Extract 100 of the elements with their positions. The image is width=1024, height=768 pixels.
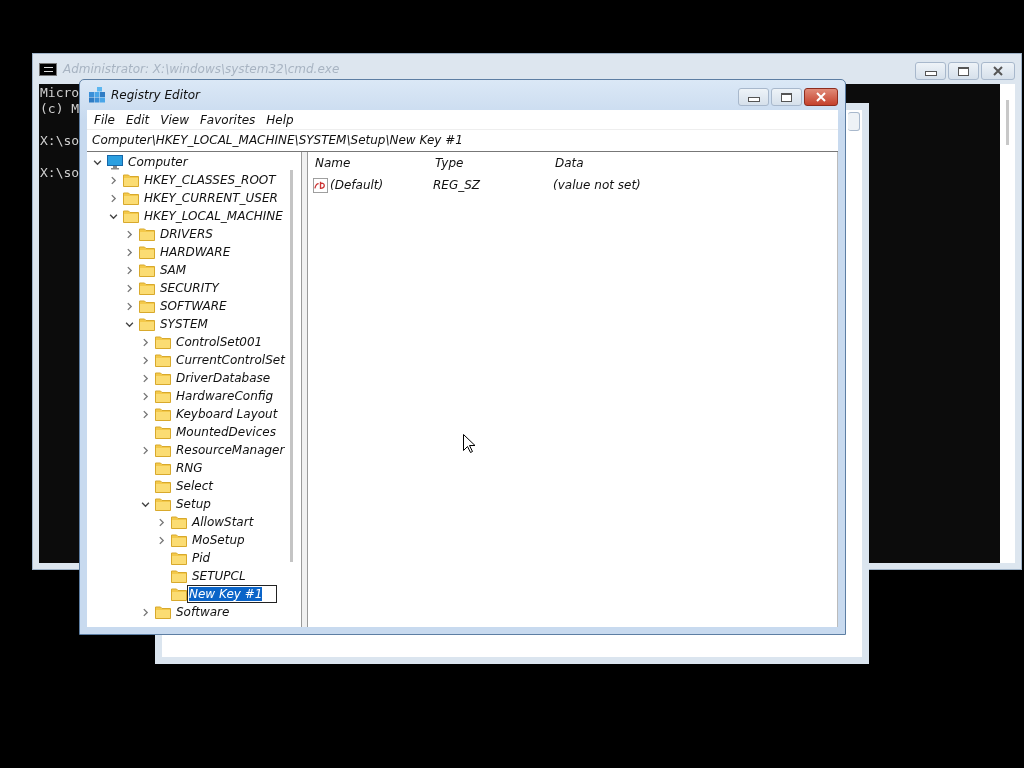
blocks-icon xyxy=(89,87,105,103)
value-type: REG_SZ xyxy=(433,178,482,192)
minimize-button[interactable] xyxy=(915,62,946,80)
chevron-right-icon[interactable] xyxy=(124,301,134,311)
tree-item[interactable]: CurrentControlSet xyxy=(175,353,286,367)
folder-icon xyxy=(155,352,171,368)
folder-icon xyxy=(155,604,171,620)
tree-item[interactable]: HardwareConfig xyxy=(175,389,275,403)
folder-icon xyxy=(123,172,139,188)
tree-item[interactable]: HARDWARE xyxy=(159,245,232,259)
tree-item[interactable]: Setup xyxy=(175,497,212,511)
close-button[interactable] xyxy=(804,88,838,106)
folder-icon xyxy=(139,298,155,314)
folder-icon xyxy=(139,280,155,296)
tree-item[interactable]: ControlSet001 xyxy=(175,335,264,349)
maximize-button[interactable] xyxy=(948,62,979,80)
console-line: (c) M xyxy=(39,101,80,117)
tree-item[interactable]: HKEY_LOCAL_MACHINE xyxy=(143,209,284,223)
tree-item[interactable]: Keyboard Layout xyxy=(175,407,279,421)
chevron-down-icon[interactable] xyxy=(92,157,102,167)
tree-item[interactable]: HKEY_CLASSES_ROOT xyxy=(143,173,277,187)
chevron-right-icon[interactable] xyxy=(140,607,150,617)
console-line: Micro xyxy=(39,85,80,101)
chevron-right-icon[interactable] xyxy=(156,535,166,545)
folder-icon xyxy=(139,226,155,242)
tree-item[interactable]: ResourceManager xyxy=(175,443,286,457)
chevron-right-icon[interactable] xyxy=(124,247,134,257)
folder-icon xyxy=(155,406,171,422)
folder-icon xyxy=(155,334,171,350)
address-bar[interactable]: Computer\HKEY_LOCAL_MACHINE\SYSTEM\Setup\New Key #1 xyxy=(87,129,838,152)
menu-item[interactable]: View xyxy=(155,112,195,127)
tree-item[interactable]: SETUPCL xyxy=(191,569,247,583)
chevron-down-icon[interactable] xyxy=(140,499,150,509)
rename-field[interactable]: New Key #1 xyxy=(187,585,278,603)
chevron-right-icon[interactable] xyxy=(124,229,134,239)
tree-item[interactable]: MoSetup xyxy=(191,533,246,547)
menu-item[interactable]: Help xyxy=(261,112,300,127)
value-data: (value not set) xyxy=(553,178,641,192)
close-icon xyxy=(993,66,1003,76)
tree-item[interactable]: Pid xyxy=(191,551,212,565)
column-header[interactable]: Name xyxy=(315,156,435,170)
scroll-bar[interactable] xyxy=(290,170,293,562)
chevron-right-icon[interactable] xyxy=(140,445,150,455)
console-line: X:\so xyxy=(39,133,80,149)
folder-icon xyxy=(155,388,171,404)
chevron-right-icon[interactable] xyxy=(156,517,166,527)
column-header[interactable]: Type xyxy=(435,156,555,170)
close-button[interactable] xyxy=(981,62,1015,80)
tree-item[interactable]: SYSTEM xyxy=(159,317,209,331)
folder-icon xyxy=(171,586,187,602)
string-value-icon xyxy=(313,177,328,193)
computer-icon xyxy=(107,154,123,170)
folder-icon xyxy=(155,460,171,476)
tree-item[interactable]: Select xyxy=(175,479,215,493)
chevron-right-icon[interactable] xyxy=(140,337,150,347)
chevron-down-icon[interactable] xyxy=(124,319,134,329)
folder-icon xyxy=(139,262,155,278)
scroll-bar[interactable] xyxy=(1000,84,1015,563)
folder-icon xyxy=(155,496,171,512)
column-header[interactable]: Data xyxy=(555,156,584,170)
chevron-right-icon[interactable] xyxy=(108,175,118,185)
tree-item[interactable]: SAM xyxy=(159,263,188,277)
tree-item[interactable]: Software xyxy=(175,605,231,619)
menu-item[interactable]: Favorites xyxy=(194,112,262,127)
console-icon xyxy=(39,62,57,76)
tree-item[interactable]: AllowStart xyxy=(191,515,255,529)
chevron-right-icon[interactable] xyxy=(124,265,134,275)
folder-icon xyxy=(139,244,155,260)
minimize-button[interactable] xyxy=(738,88,769,106)
folder-icon xyxy=(139,316,155,332)
tree-item[interactable]: RNG xyxy=(175,461,204,475)
menu-item[interactable]: File xyxy=(89,112,121,127)
menu-item[interactable]: Edit xyxy=(120,112,156,127)
close-icon xyxy=(816,92,826,102)
tree-item[interactable]: DRIVERS xyxy=(159,227,214,241)
tree-item[interactable]: DriverDatabase xyxy=(175,371,272,385)
maximize-button[interactable] xyxy=(771,88,802,106)
chevron-right-icon[interactable] xyxy=(140,355,150,365)
tree-item[interactable]: SOFTWARE xyxy=(159,299,228,313)
folder-icon xyxy=(155,424,171,440)
chevron-right-icon[interactable] xyxy=(140,409,150,419)
console-line: X:\so xyxy=(39,165,80,181)
tree-item[interactable]: Computer xyxy=(127,155,189,169)
value-name: (Default) xyxy=(330,178,384,192)
tree-item[interactable]: SECURITY xyxy=(159,281,220,295)
tree-item[interactable]: HKEY_CURRENT_USER xyxy=(143,191,279,205)
folder-icon xyxy=(155,370,171,386)
folder-icon xyxy=(155,478,171,494)
tree-item[interactable]: MountedDevices xyxy=(175,425,277,439)
folder-icon xyxy=(123,208,139,224)
chevron-right-icon[interactable] xyxy=(124,283,134,293)
folder-icon xyxy=(171,568,187,584)
chevron-right-icon[interactable] xyxy=(140,391,150,401)
chevron-right-icon[interactable] xyxy=(140,373,150,383)
folder-icon xyxy=(123,190,139,206)
chevron-right-icon[interactable] xyxy=(108,193,118,203)
folder-icon xyxy=(171,532,187,548)
folder-icon xyxy=(171,514,187,530)
folder-icon xyxy=(171,550,187,566)
chevron-down-icon[interactable] xyxy=(108,211,118,221)
